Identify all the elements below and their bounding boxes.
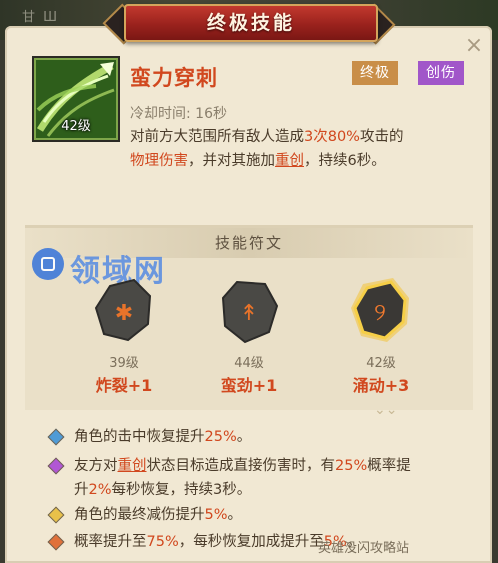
background-label: 甘 Ш [22,10,60,25]
bonus-text: 角色的击中恢复提升 [74,429,205,445]
tag-bleed: 创伤 [418,61,464,85]
rune-glyph: ↟ [240,301,258,326]
bonus-item: 概率提升至75%，每秒恢复加成提升至5%。 [47,530,480,554]
bonus-item: 角色的最终减伤提升5%。 [47,503,480,527]
tag-ultimate: 终极 [352,61,398,85]
skill-name: 蛮力穿刺 [130,66,218,90]
footer-watermark: 英雄没闪攻略站 [318,541,410,556]
rune-level: 39级 [109,356,139,371]
bonus-text: 概率提升至 [74,534,147,550]
bonus-text: ，每秒恢复加成提升至 [178,534,324,550]
skill-description: 对前方大范围所有敌人造成3次80%攻击的物理伤害，并对其施加重创，持续6秒。 [130,125,478,173]
bonus-value: 2% [88,482,112,498]
desc-percent: 80% [327,129,360,145]
rune-stone-active-icon: ୨ [351,278,409,342]
rune-level: 44级 [234,356,264,371]
rune-glyph: ୨ [374,298,386,326]
watermark-logo-icon [32,248,64,280]
bonus-item: 角色的击中恢复提升25%。 [47,425,480,449]
rune-2[interactable]: ↟ 44级 蛮劲+1 [209,276,289,406]
diamond-bullet-icon [47,506,65,524]
bonus-text: 角色的最终减伤提升 [74,507,205,523]
rune-3[interactable]: ୨ 42级 涌动+3 [341,276,421,406]
desc-status-link[interactable]: 重创 [275,153,304,169]
desc-part: ，并对其施加 [188,153,275,169]
bonus-value: 5% [204,507,228,523]
rune-level: 42级 [366,356,396,371]
bonus-text: 升 [74,482,89,498]
desc-hits: 3次 [304,129,328,145]
banner-title: 终极技能 [124,4,378,42]
rune-name: 涌动+3 [352,376,410,395]
skill-icon[interactable]: 42级 [34,58,118,140]
title-banner: 终极技能 [102,2,396,45]
bonus-status-link[interactable]: 重创 [118,458,147,474]
rune-glyph: ✱ [115,301,133,326]
desc-damage-type: 物理伤害 [130,153,188,169]
bonus-text: 每秒恢复，持续3秒。 [111,482,252,498]
bonus-text: 。 [236,429,252,445]
desc-part: 攻击的 [359,129,404,145]
close-button[interactable]: × [462,34,486,58]
rune-name: 蛮劲+1 [220,376,278,395]
diamond-bullet-icon [47,457,65,475]
skill-level: 42级 [61,119,91,134]
bonus-text: 状态目标造成直接伤害时，有 [146,458,336,474]
bonus-item: 友方对重创状态目标造成直接伤害时，有25%概率提升2%每秒恢复，持续3秒。 [47,454,480,502]
bonus-text: 友方对 [74,458,118,474]
rune-stone-icon: ✱ [94,278,152,342]
bonus-value: 25% [204,429,237,445]
diamond-bullet-icon [47,533,65,551]
rune-stone-icon: ↟ [221,280,279,344]
bonus-text: 概率提 [367,458,411,474]
desc-part: 对前方大范围所有敌人造成 [130,129,304,145]
bonus-value: 25% [335,458,368,474]
desc-part: ，持续6秒。 [304,153,386,169]
rune-name: 炸裂+1 [95,376,153,395]
diamond-bullet-icon [47,428,65,446]
bonus-text: 。 [227,507,243,523]
rune-1[interactable]: ✱ 39级 炸裂+1 [84,276,164,406]
bonus-value: 75% [146,534,179,550]
cooldown-text: 冷却时间: 16秒 [130,106,227,122]
scroll-down-chevron-icon[interactable]: ⌄⌄ [374,402,397,418]
